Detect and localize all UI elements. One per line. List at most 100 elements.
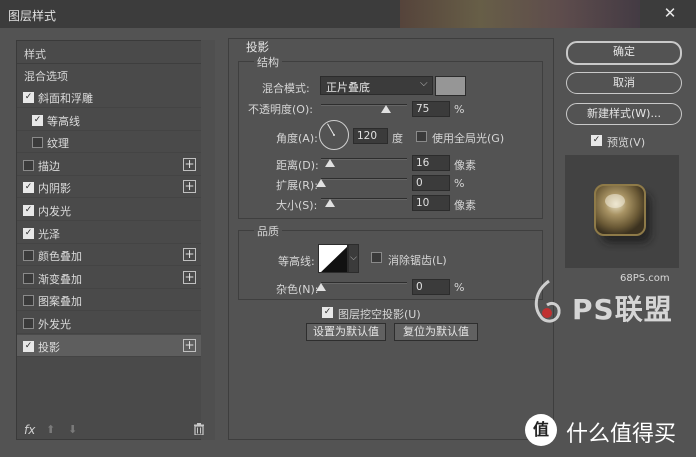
angle-unit: 度 <box>392 132 403 145</box>
quality-title: 品质 <box>254 223 282 239</box>
style-row-label: 纹理 <box>47 137 69 151</box>
antialias-label: 消除锯齿(L) <box>388 254 447 267</box>
move-down-icon[interactable]: ⬇ <box>68 423 77 436</box>
window-title: 图层样式 <box>8 9 57 23</box>
size-label: 大小(S): <box>276 199 318 212</box>
add-effect-plus-icon[interactable]: + <box>183 180 196 194</box>
style-row[interactable]: ✓ 等高线 <box>17 109 201 131</box>
smzdm-badge-icon: 值 <box>525 414 557 446</box>
close-button[interactable]: ✕ <box>650 2 690 24</box>
style-row[interactable]: 描边 + <box>17 154 201 176</box>
opacity-input[interactable]: 75 <box>412 101 450 117</box>
style-row[interactable]: 纹理 <box>17 131 201 154</box>
spread-slider-track[interactable] <box>321 178 407 180</box>
style-checkbox[interactable]: ✓ <box>23 340 34 352</box>
shadow-color-swatch[interactable] <box>435 76 466 96</box>
fx-icon[interactable]: fx <box>24 423 35 437</box>
knockout-label: 图层挖空投影(U) <box>338 308 421 321</box>
opacity-slider-thumb[interactable] <box>380 105 391 113</box>
brand-logo-icon <box>527 279 567 337</box>
style-checkbox[interactable] <box>23 295 34 307</box>
style-checkbox[interactable]: ✓ <box>23 182 34 194</box>
style-row[interactable]: 渐变叠加 + <box>17 267 201 289</box>
watermark-site: 68PS.com <box>620 273 670 284</box>
new-style-button[interactable]: 新建样式(W)... <box>566 103 682 125</box>
spread-unit: % <box>454 177 465 190</box>
style-row-label: 外发光 <box>38 318 71 331</box>
contour-preview[interactable] <box>318 244 348 273</box>
antialias-checkbox[interactable] <box>371 252 382 263</box>
size-slider-thumb[interactable] <box>324 199 335 207</box>
noise-slider-thumb[interactable] <box>316 283 326 291</box>
reset-default-button[interactable]: 复位为默认值 <box>394 323 478 341</box>
add-effect-plus-icon[interactable]: + <box>183 248 196 262</box>
style-row[interactable]: 颜色叠加 + <box>17 244 201 267</box>
spread-label: 扩展(R): <box>276 179 318 192</box>
global-light-label: 使用全局光(G) <box>432 132 505 145</box>
move-up-icon[interactable]: ⬆ <box>46 423 55 436</box>
blending-options-item[interactable]: 混合选项 <box>24 68 68 84</box>
noise-input[interactable]: 0 <box>412 279 450 295</box>
chevron-down-icon: ⌵ <box>420 78 428 89</box>
preview-label: 预览(V) <box>607 136 646 149</box>
spread-slider-thumb[interactable] <box>316 179 326 187</box>
distance-label: 距离(D): <box>276 159 319 172</box>
size-input[interactable]: 10 <box>412 195 450 211</box>
watermark-slogan: 什么值得买 <box>566 422 677 447</box>
structure-title: 结构 <box>254 54 282 70</box>
opacity-label: 不透明度(O): <box>248 103 313 116</box>
global-light-checkbox[interactable] <box>416 131 427 142</box>
angle-label: 角度(A): <box>276 132 318 145</box>
style-checkbox[interactable] <box>23 159 34 171</box>
make-default-button[interactable]: 设置为默认值 <box>306 323 386 341</box>
style-checkbox[interactable]: ✓ <box>32 114 43 126</box>
style-row[interactable]: ✓ 斜面和浮雕 <box>17 86 201 108</box>
distance-slider-thumb[interactable] <box>325 159 336 167</box>
style-row-label: 图案叠加 <box>38 295 82 309</box>
angle-dial[interactable] <box>318 119 350 151</box>
style-row[interactable]: 外发光 <box>17 312 201 334</box>
divider <box>17 63 201 64</box>
style-checkbox[interactable] <box>23 250 34 262</box>
distance-unit: 像素 <box>454 159 476 172</box>
styles-header[interactable]: 样式 <box>24 46 46 62</box>
preview-checkbox[interactable]: ✓ <box>591 135 602 146</box>
style-row-label: 等高线 <box>47 114 80 128</box>
style-row-label: 描边 <box>38 159 60 173</box>
style-checkbox[interactable]: ✓ <box>23 92 34 103</box>
style-checkbox[interactable]: ✓ <box>23 227 34 239</box>
opacity-slider-track[interactable] <box>321 104 407 106</box>
cancel-button[interactable]: 取消 <box>566 72 682 94</box>
contour-dropdown-chevron-icon[interactable]: ⌵ <box>348 244 359 273</box>
contour-label: 等高线: <box>278 255 315 268</box>
style-checkbox[interactable]: ✓ <box>23 205 34 216</box>
add-effect-plus-icon[interactable]: + <box>183 157 196 171</box>
style-row[interactable]: 图案叠加 <box>17 289 201 312</box>
watermark-brand: PS联盟 <box>572 293 673 326</box>
noise-unit: % <box>454 281 465 294</box>
spread-input[interactable]: 0 <box>412 175 450 191</box>
style-row[interactable]: ✓ 内阴影 + <box>17 176 201 199</box>
title-bar-image-strip <box>400 0 640 28</box>
knockout-checkbox[interactable]: ✓ <box>322 307 333 318</box>
blend-mode-select[interactable]: 正片叠底 ⌵ <box>320 76 433 95</box>
style-row-label: 内发光 <box>38 205 71 218</box>
section-title: 投影 <box>246 40 269 54</box>
trash-icon[interactable] <box>193 423 205 436</box>
style-row-label: 斜面和浮雕 <box>38 92 93 105</box>
add-effect-plus-icon[interactable]: + <box>183 270 196 284</box>
size-unit: 像素 <box>454 199 476 212</box>
style-checkbox[interactable] <box>32 137 43 149</box>
ok-button[interactable]: 确定 <box>566 41 682 65</box>
angle-input[interactable]: 120 <box>353 128 388 144</box>
style-row[interactable]: ✓ 内发光 <box>17 199 201 221</box>
style-row-label: 渐变叠加 <box>38 272 82 286</box>
noise-slider-track[interactable] <box>321 282 407 284</box>
distance-input[interactable]: 16 <box>412 155 450 171</box>
add-effect-plus-icon[interactable]: + <box>183 338 196 352</box>
style-checkbox[interactable] <box>23 272 34 284</box>
style-checkbox[interactable] <box>23 318 34 329</box>
style-row[interactable]: ✓ 光泽 <box>17 222 201 244</box>
styles-list-scrollbar[interactable] <box>201 40 215 440</box>
style-row[interactable]: ✓ 投影 + <box>17 334 201 357</box>
